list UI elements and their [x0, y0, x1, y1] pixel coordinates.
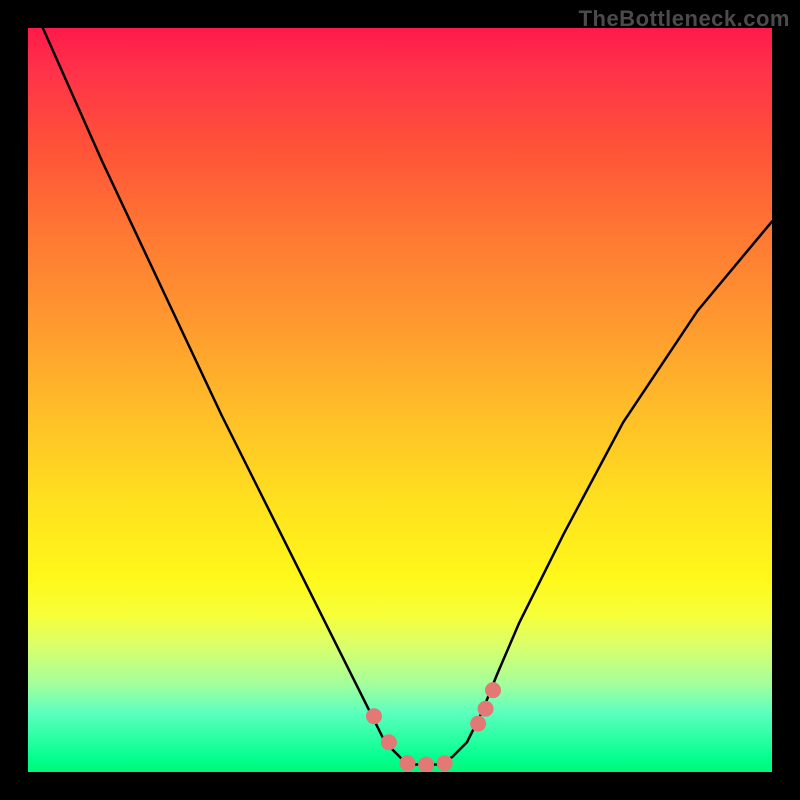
plot-area: [28, 28, 772, 772]
curve-group: [43, 28, 772, 765]
marker-right-3: [485, 682, 501, 698]
chart-svg: [28, 28, 772, 772]
marker-bottom-1: [399, 755, 415, 771]
chart-frame: TheBottleneck.com: [0, 0, 800, 800]
watermark-text: TheBottleneck.com: [579, 6, 790, 32]
marker-bottom-2: [418, 757, 434, 772]
marker-right-1: [470, 716, 486, 732]
marker-bottom-3: [437, 755, 453, 771]
marker-group: [366, 682, 501, 772]
marker-left-2: [381, 734, 397, 750]
marker-right-2: [478, 701, 494, 717]
bottleneck-curve: [43, 28, 772, 765]
marker-left-1: [366, 708, 382, 724]
